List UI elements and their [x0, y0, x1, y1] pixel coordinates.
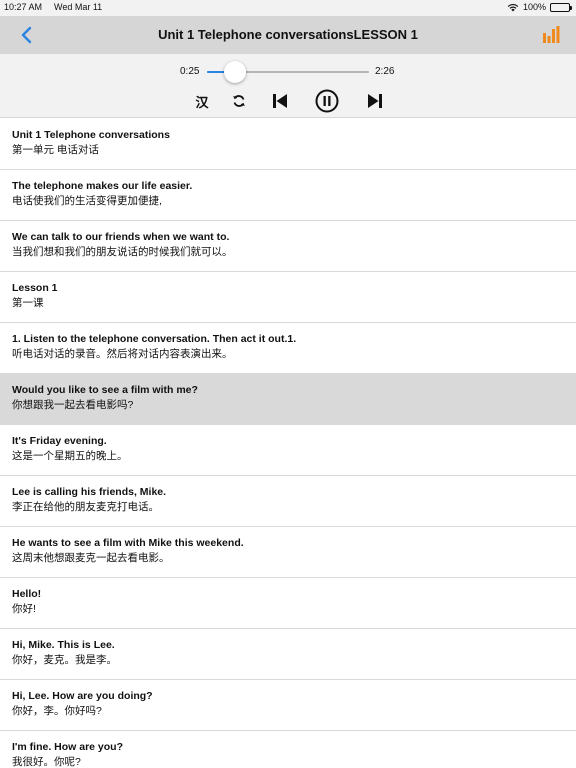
sentence-english: Would you like to see a film with me?	[12, 384, 198, 396]
sentence-english: He wants to see a film with Mike this we…	[12, 537, 244, 549]
stats-button[interactable]	[542, 25, 560, 43]
sentence-english: 1. Listen to the telephone conversation.…	[12, 333, 297, 345]
skip-next-icon	[368, 94, 382, 108]
sentence-english: Hi, Mike. This is Lee.	[12, 639, 115, 651]
sentence-row[interactable]: Would you like to see a film with me? 你想跟…	[0, 374, 576, 425]
sentence-chinese: 电话使我们的生活变得更加便捷,	[12, 195, 162, 207]
sentence-english: Hi, Lee. How are you doing?	[12, 690, 153, 702]
current-time: 0:25	[180, 66, 200, 77]
sentence-chinese: 这是一个星期五的晚上。	[12, 450, 128, 462]
repeat-button[interactable]	[228, 90, 250, 112]
status-right: 100%	[507, 2, 572, 12]
sentence-english: Hello!	[12, 588, 42, 600]
sentence-chinese: 第一课	[12, 297, 44, 309]
sentence-row[interactable]: I'm fine. How are you? 我很好。你呢?	[0, 731, 576, 768]
repeat-icon	[233, 95, 245, 107]
previous-button[interactable]	[269, 90, 291, 112]
sentence-english: I'm fine. How are you?	[12, 741, 124, 753]
status-bar: 10:27 AM Wed Mar 11 100%	[0, 0, 576, 16]
total-time: 2:26	[375, 66, 395, 77]
sentence-chinese: 你好，李。你好吗?	[12, 705, 102, 717]
pause-circle-icon	[315, 89, 339, 113]
sentence-row[interactable]: Hello! 你好!	[0, 578, 576, 629]
wifi-icon	[507, 3, 519, 11]
sentence-row[interactable]: Lee is calling his friends, Mike. 李正在给他的朋…	[0, 476, 576, 527]
sentence-row[interactable]: We can talk to our friends when we want …	[0, 221, 576, 272]
skip-previous-icon	[273, 94, 287, 108]
audio-player: 0:25 2:26 汉	[0, 54, 576, 118]
header-area: 10:27 AM Wed Mar 11 100% Unit 1 Telephon…	[0, 0, 576, 118]
progress-slider[interactable]	[207, 61, 369, 83]
sentence-chinese: 我很好。你呢?	[12, 756, 81, 768]
sentence-row[interactable]: Unit 1 Telephone conversations 第一单元 电话对话	[0, 119, 576, 170]
status-date: Wed Mar 11	[54, 2, 103, 12]
sentence-chinese: 你好，麦克。我是李。	[12, 654, 117, 666]
bar-chart-icon	[543, 26, 560, 43]
page-title: Unit 1 Telephone conversationsLESSON 1	[158, 27, 418, 42]
pause-button[interactable]	[314, 89, 340, 113]
sentence-row[interactable]: Hi, Lee. How are you doing? 你好，李。你好吗?	[0, 680, 576, 731]
sentence-row[interactable]: Hi, Mike. This is Lee. 你好，麦克。我是李。	[0, 629, 576, 680]
sentence-row[interactable]: 1. Listen to the telephone conversation.…	[0, 323, 576, 374]
sentence-row[interactable]: Lesson 1 第一课	[0, 272, 576, 323]
sentence-english: Unit 1 Telephone conversations	[12, 129, 170, 141]
sentence-row[interactable]: The telephone makes our life easier. 电话使我…	[0, 170, 576, 221]
status-time: 10:27 AM	[4, 2, 43, 12]
sentence-chinese: 你想跟我一起去看电影吗?	[12, 399, 134, 411]
battery-percent: 100%	[522, 2, 546, 12]
sentence-row[interactable]: It's Friday evening. 这是一个星期五的晚上。	[0, 425, 576, 476]
sentence-english: The telephone makes our life easier.	[12, 180, 193, 192]
sentence-english: Lee is calling his friends, Mike.	[12, 486, 167, 498]
sentence-chinese: 你好!	[12, 603, 36, 615]
sentence-chinese: 这周末他想跟麦克一起去看电影。	[12, 552, 170, 564]
navigation-bar: Unit 1 Telephone conversationsLESSON 1	[0, 16, 576, 54]
progress-knob[interactable]	[223, 61, 246, 83]
translate-toggle-button[interactable]: 汉	[191, 90, 213, 112]
sentence-english: Lesson 1	[12, 282, 58, 294]
sentence-chinese: 第一单元 电话对话	[12, 144, 99, 156]
next-button[interactable]	[364, 90, 386, 112]
sentence-list[interactable]: Unit 1 Telephone conversations 第一单元 电话对话 T…	[0, 119, 576, 768]
sentence-english: It's Friday evening.	[12, 435, 107, 447]
battery-icon	[550, 2, 572, 12]
sentence-chinese: 听电话对话的录音。然后将对话内容表演出来。	[12, 348, 233, 360]
sentence-chinese: 当我们想和我们的朋友说话的时候我们就可以。	[12, 246, 233, 258]
sentence-english: We can talk to our friends when we want …	[12, 231, 230, 243]
sentence-row[interactable]: He wants to see a film with Mike this we…	[0, 527, 576, 578]
sentence-chinese: 李正在给他的朋友麦克打电话。	[12, 501, 159, 513]
